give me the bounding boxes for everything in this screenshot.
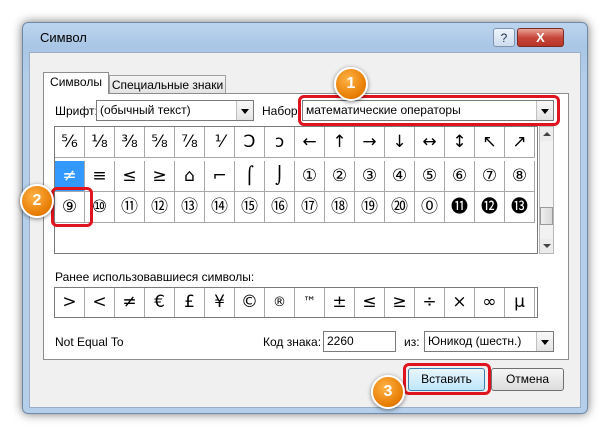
symbol-cell[interactable]: → [355, 127, 385, 158]
symbol-cell[interactable]: ⑭ [205, 192, 235, 223]
from-label: из: [404, 335, 420, 349]
font-combobox[interactable]: (обычный текст) [96, 100, 254, 121]
recent-symbol-cell[interactable]: µ [505, 288, 535, 317]
symbol-cell[interactable]: ⓫ [445, 192, 475, 223]
symbol-cell[interactable]: ⅞ [175, 127, 205, 158]
recent-symbol-cell[interactable]: ≤ [355, 288, 385, 317]
dialog-title: Символ [40, 30, 87, 45]
recent-symbol-cell[interactable]: > [55, 288, 85, 317]
scrollbar-thumb[interactable] [540, 207, 553, 225]
selected-character-name: Not Equal To [55, 335, 124, 349]
recent-symbol-cell[interactable]: ≥ [385, 288, 415, 317]
symbol-cell[interactable]: ⑪ [115, 192, 145, 223]
symbol-cell[interactable]: ① [295, 161, 325, 192]
symbol-cell[interactable]: ⌂ [175, 161, 205, 192]
symbol-cell[interactable]: ⑬ [175, 192, 205, 223]
recent-symbol-cell[interactable]: < [85, 288, 115, 317]
symbol-grid: ⅚ ⅛ ⅜ ⅝ ⅞ ⅟ Ↄↄ ← ↑ → ↓ ↔ ↕ ↖ ↗ ≠ ≡ ≤ ≥ ⌂ ⌐ ⌠ ⌡ ① ② ③ ④ ⑤ ⑥ ⑦ ⑧ ⑨ ⑩ ⑪ ⑫ ⑬ ⑭ ⑮ ⑯… [54, 126, 538, 254]
recent-symbol-cell[interactable]: € [145, 288, 175, 317]
subset-highlight-frame [298, 95, 560, 126]
recent-symbol-cell[interactable]: £ [175, 288, 205, 317]
symbol-cell[interactable]: ⓬ [475, 192, 505, 223]
recent-symbol-cell[interactable]: ¥ [205, 288, 235, 317]
symbol-cell[interactable]: ≥ [145, 161, 175, 192]
symbol-cell[interactable]: ⌠ [235, 161, 265, 192]
symbol-cell[interactable]: ⑦ [475, 161, 505, 192]
symbol-cell[interactable]: ⑤ [415, 161, 445, 192]
symbol-cell[interactable]: ⓭ [505, 192, 535, 223]
symbol-cell[interactable]: ⑫ [145, 192, 175, 223]
recent-symbol-cell[interactable]: × [445, 288, 475, 317]
symbol-cell[interactable]: ⑥ [445, 161, 475, 192]
symbol-cell[interactable]: ⌐ [205, 161, 235, 192]
encoding-combobox[interactable]: Юникод (шестн.) [424, 331, 554, 352]
symbol-grid-scrollbar[interactable] [539, 126, 554, 254]
symbol-cell[interactable]: ⑯ [265, 192, 295, 223]
recent-symbols-row: > < ≠ € £ ¥ © ® ™ ± ≤ ≥ ÷ × ∞ µ [54, 287, 538, 318]
symbol-cell[interactable]: ⑮ [235, 192, 265, 223]
symbol-cell[interactable]: ← [295, 127, 325, 158]
symbol-cell[interactable]: ↗ [505, 127, 535, 158]
callout-badge-2: 2 [20, 184, 54, 218]
chevron-down-icon[interactable] [236, 101, 253, 120]
subset-label: Набор: [262, 104, 301, 118]
recent-symbol-cell[interactable]: ™ [295, 288, 325, 317]
recent-symbol-cell[interactable]: ÷ [415, 288, 445, 317]
symbol-cell[interactable]: ⑲ [355, 192, 385, 223]
chevron-down-icon[interactable] [536, 332, 553, 351]
char-code-input[interactable]: 2260 [323, 331, 396, 352]
symbol-cell[interactable]: ⑱ [325, 192, 355, 223]
insert-highlight-frame [403, 363, 491, 395]
symbol-cell[interactable]: ⑰ [295, 192, 325, 223]
tab-symbols[interactable]: Символы [43, 72, 109, 94]
scroll-down-icon[interactable] [540, 239, 553, 253]
symbol-cell[interactable]: ⓪ [415, 192, 445, 223]
recent-symbol-cell[interactable]: ± [325, 288, 355, 317]
symbol-cell[interactable]: ↔ [415, 127, 445, 158]
symbol-cell[interactable]: ② [325, 161, 355, 192]
symbol-cell[interactable]: ↑ [325, 127, 355, 158]
encoding-combobox-value: Юникод (шестн.) [428, 334, 522, 348]
symbol-cell[interactable]: ≤ [115, 161, 145, 192]
font-label: Шрифт: [55, 104, 98, 118]
symbol-cell[interactable]: ↄ [265, 127, 295, 158]
symbol-cell[interactable]: ⅜ [115, 127, 145, 158]
symbol-cell[interactable]: ④ [385, 161, 415, 192]
symbol-cell[interactable]: ⅚ [55, 127, 85, 158]
callout-badge-1: 1 [334, 67, 368, 101]
font-combobox-value: (обычный текст) [100, 103, 191, 117]
symbol-cell[interactable]: Ↄ [235, 127, 265, 158]
recent-symbol-cell[interactable]: © [235, 288, 265, 317]
scroll-up-icon[interactable] [540, 127, 553, 141]
recent-symbol-cell[interactable]: ∞ [475, 288, 505, 317]
symbol-cell[interactable]: ↖ [475, 127, 505, 158]
callout-badge-3: 3 [371, 375, 405, 409]
recent-symbol-cell[interactable]: ≠ [115, 288, 145, 317]
symbol-cell[interactable]: ↓ [385, 127, 415, 158]
symbol-highlight-frame [51, 187, 93, 227]
cancel-button[interactable]: Отмена [491, 368, 564, 391]
recent-symbols-label: Ранее использовавшиеся символы: [55, 270, 255, 284]
symbol-cell[interactable]: ⑧ [505, 161, 535, 192]
symbol-cell[interactable]: ⅟ [205, 127, 235, 158]
tab-special-characters[interactable]: Специальные знаки [109, 75, 226, 95]
symbol-cell[interactable]: ⅝ [145, 127, 175, 158]
close-button[interactable]: X [517, 28, 564, 47]
recent-symbol-cell[interactable]: ® [265, 288, 295, 317]
char-code-label: Код знака: [263, 335, 322, 349]
symbol-cell[interactable]: ③ [355, 161, 385, 192]
help-button[interactable]: ? [493, 28, 515, 47]
symbol-cell[interactable]: ⌡ [265, 161, 295, 192]
symbol-cell[interactable]: ⑳ [385, 192, 415, 223]
symbol-cell[interactable]: ↕ [445, 127, 475, 158]
symbol-cell[interactable]: ⅛ [85, 127, 115, 158]
